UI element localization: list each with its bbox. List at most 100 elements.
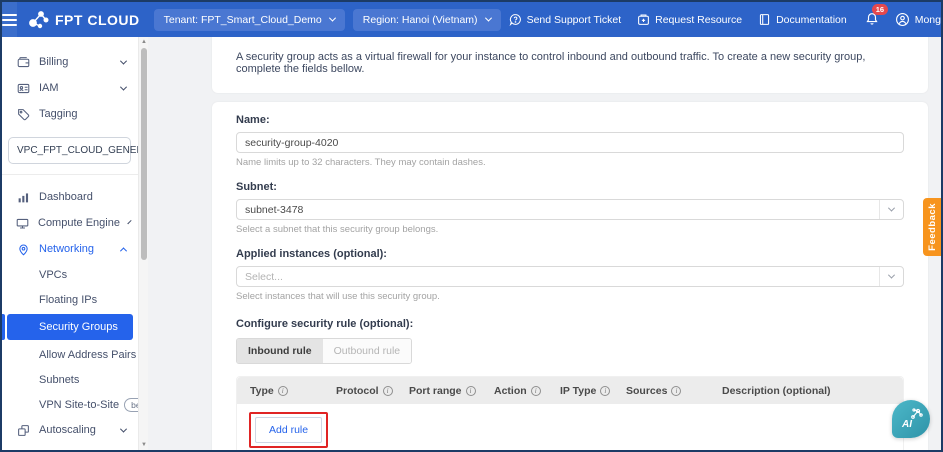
column-label: Port range	[409, 385, 462, 397]
sidebar-item-label: Networking	[39, 243, 112, 255]
scroll-up-arrow[interactable]: ▲	[139, 37, 149, 47]
id-card-icon	[16, 82, 30, 95]
resource-box-icon	[637, 13, 650, 26]
bar-chart-icon	[16, 191, 30, 204]
hamburger-menu-button[interactable]	[2, 2, 17, 37]
sidebar-item-networking[interactable]: Networking	[2, 236, 138, 262]
applied-instances-select[interactable]: Select...	[236, 266, 904, 287]
rules-table: Type i Protocol i Port range i Action i	[236, 376, 904, 450]
column-port-range: Port range i	[409, 385, 494, 397]
active-indicator	[2, 314, 5, 340]
sidebar-item-label: Autoscaling	[39, 424, 112, 436]
column-label: Description (optional)	[722, 385, 831, 397]
sidebar-subitem-label: VPCs	[39, 269, 67, 281]
sidebar-subitem-security-groups[interactable]: Security Groups	[7, 314, 133, 340]
app-window: FPT CLOUD Tenant: FPT_Smart_Cloud_Demo R…	[0, 0, 943, 452]
documentation-book-icon	[758, 13, 771, 26]
request-resource-label: Request Resource	[655, 14, 742, 26]
sidebar-subitem-label: VPN Site-to-Site	[39, 399, 119, 411]
main-content: A security group acts as a virtual firew…	[148, 37, 941, 450]
documentation-label: Documentation	[776, 14, 847, 26]
subnet-helper-text: Select a subnet that this security group…	[236, 224, 904, 235]
sidebar-subitem-label: Security Groups	[39, 321, 118, 333]
feedback-tab[interactable]: Feedback	[923, 198, 941, 256]
info-icon[interactable]: i	[600, 386, 610, 396]
tag-icon	[16, 108, 30, 121]
sidebar-item-billing[interactable]: Billing	[2, 49, 138, 75]
scroll-down-arrow[interactable]: ▼	[139, 440, 149, 450]
sidebar-subitem-allow-address-pairs[interactable]: Allow Address Pairs	[2, 342, 138, 367]
feedback-label: Feedback	[927, 203, 938, 251]
subnet-select-value: subnet-3478	[237, 204, 879, 216]
chevron-down-icon	[120, 83, 127, 90]
add-rule-button[interactable]: Add rule	[255, 417, 322, 443]
tab-outbound-rule[interactable]: Outbound rule	[323, 339, 412, 363]
applied-instances-field-group: Applied instances (optional): Select... …	[236, 248, 904, 302]
brand-name: FPT CLOUD	[55, 12, 140, 28]
info-icon[interactable]: i	[466, 386, 476, 396]
tenant-selector[interactable]: Tenant: FPT_Smart_Cloud_Demo	[154, 9, 345, 31]
user-menu[interactable]: Mong Nuong	[895, 12, 943, 27]
support-chat-icon	[509, 13, 522, 26]
tab-inbound-rule[interactable]: Inbound rule	[237, 339, 323, 363]
svg-text:AI: AI	[901, 419, 912, 430]
ai-assistant-button[interactable]: AI	[892, 400, 930, 438]
user-avatar-icon	[895, 12, 910, 27]
info-icon[interactable]: i	[531, 386, 541, 396]
documentation-link[interactable]: Documentation	[758, 13, 847, 26]
security-group-form: Name: Name limits up to 32 characters. T…	[212, 102, 928, 450]
send-support-ticket-link[interactable]: Send Support Ticket	[509, 13, 622, 26]
name-field-group: Name: Name limits up to 32 characters. T…	[236, 114, 904, 168]
column-label: Protocol	[336, 385, 379, 397]
notifications-button[interactable]: 16	[865, 11, 879, 29]
sidebar-divider	[2, 174, 138, 175]
configure-rule-label: Configure security rule (optional):	[236, 318, 904, 330]
sidebar-subitem-subnets[interactable]: Subnets	[2, 367, 138, 392]
info-icon[interactable]: i	[278, 386, 288, 396]
hamburger-icon	[2, 11, 17, 29]
region-selector[interactable]: Region: Hanoi (Vietnam)	[353, 9, 501, 31]
sidebar-subitem-vpn-site-to-site[interactable]: VPN Site-to-Site beta	[2, 392, 138, 417]
chevron-up-icon	[120, 247, 127, 254]
column-description: Description (optional)	[722, 385, 903, 397]
rules-table-body: Add rule	[237, 404, 903, 450]
rule-direction-tabs: Inbound rule Outbound rule	[236, 338, 412, 364]
sidebar-item-label: Compute Engine	[38, 217, 120, 229]
sidebar-item-iam[interactable]: IAM	[2, 75, 138, 101]
sidebar-item-load-balancer[interactable]: Load Balancer	[2, 443, 138, 450]
column-label: IP Type	[560, 385, 596, 397]
column-ip-type: IP Type i	[560, 385, 626, 397]
sidebar-item-dashboard[interactable]: Dashboard	[2, 184, 138, 210]
name-label: Name:	[236, 114, 904, 126]
scrollbar-thumb[interactable]	[141, 48, 147, 260]
vpc-selector[interactable]: VPC_FPT_CLOUD_GENERAL	[8, 137, 131, 164]
column-protocol: Protocol i	[336, 385, 409, 397]
brand-logo: FPT CLOUD	[27, 10, 140, 30]
column-label: Sources	[626, 385, 667, 397]
request-resource-link[interactable]: Request Resource	[637, 13, 742, 26]
subnet-select[interactable]: subnet-3478	[236, 199, 904, 220]
info-icon[interactable]: i	[671, 386, 681, 396]
sidebar-subitem-floating-ips[interactable]: Floating IPs	[2, 287, 138, 312]
applied-instances-helper-text: Select instances that will use this secu…	[236, 291, 904, 302]
sidebar-subitem-vpcs[interactable]: VPCs	[2, 262, 138, 287]
sidebar-item-label: Tagging	[39, 108, 126, 120]
vertical-scrollbar: ▲ ▼	[138, 37, 148, 450]
send-support-ticket-label: Send Support Ticket	[527, 14, 622, 26]
chevron-down-icon	[329, 15, 336, 22]
sidebar-item-compute-engine[interactable]: Compute Engine	[2, 210, 138, 236]
sidebar-item-autoscaling[interactable]: Autoscaling	[2, 417, 138, 443]
chevron-down-icon	[485, 15, 492, 22]
column-label: Action	[494, 385, 527, 397]
sidebar-item-tagging[interactable]: Tagging	[2, 101, 138, 127]
name-input[interactable]	[236, 132, 904, 153]
wallet-icon	[16, 56, 30, 69]
sidebar-subitem-label: Allow Address Pairs	[39, 349, 136, 361]
sidebar-item-label: IAM	[39, 82, 112, 94]
sidebar-item-label: Dashboard	[39, 191, 126, 203]
info-icon[interactable]: i	[383, 386, 393, 396]
subnet-field-group: Subnet: subnet-3478 Select a subnet that…	[236, 181, 904, 235]
chevron-down-icon	[120, 57, 127, 64]
vpc-selector-value: VPC_FPT_CLOUD_GENERAL	[17, 145, 138, 156]
name-helper-text: Name limits up to 32 characters. They ma…	[236, 157, 904, 168]
